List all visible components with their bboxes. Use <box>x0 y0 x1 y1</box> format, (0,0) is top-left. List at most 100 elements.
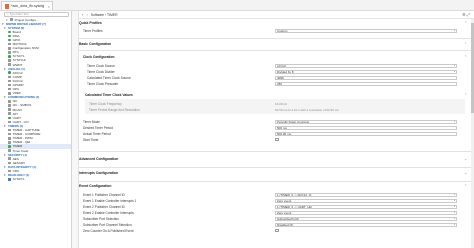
subscriber-port-value: SubscriberPort0 <box>277 216 299 221</box>
event1-publisher-select[interactable]: 1 (TIMER_0 -> ADC12_0) ▾ <box>275 192 457 197</box>
expand-icon: ⌄ <box>464 171 467 175</box>
section-interrupts-configuration[interactable]: Interrupts Configuration ⌄ <box>79 171 467 175</box>
view-options-icons[interactable]: ⚙ ⤢ <box>462 12 470 17</box>
forward-arrow-icon[interactable]: › <box>86 12 87 17</box>
subscriber-port-select[interactable]: SubscriberPort0 ▾ <box>275 216 457 221</box>
module-status-icon <box>8 63 11 66</box>
clock-frequency-label: Timer Clock Frequency <box>89 102 122 106</box>
module-status-icon <box>8 108 11 111</box>
chevron-down-icon: ▾ <box>453 204 455 208</box>
chevron-down-icon[interactable]: ▾ <box>4 67 7 71</box>
sidebar-item[interactable]: SYSCTL <box>0 177 71 181</box>
event2-publisher-select[interactable]: 1 (TIMER_0 -> UART_LE) ▾ <box>275 204 457 209</box>
divider <box>79 38 471 39</box>
event1-interrupts-value: Zero event <box>277 198 292 203</box>
calc-clock-source-label: Calculated Timer Clock Source <box>87 76 131 80</box>
start-timer-checkbox[interactable] <box>275 137 279 142</box>
collapse-icon: ⌃ <box>464 21 467 25</box>
chevron-down-icon: ▾ <box>453 198 455 202</box>
clock-divider-select[interactable]: Divided by 8 ▾ <box>275 69 457 74</box>
period-range-value: 62.50 ms to 4.10 s with a resolution of … <box>275 108 339 112</box>
close-tab-icon[interactable]: × <box>48 4 50 9</box>
clock-source-label: Timer Clock Source <box>87 64 115 68</box>
module-status-icon <box>8 104 11 107</box>
collapse-icon: ⌃ <box>464 93 467 97</box>
event1-publisher-value: 1 (TIMER_0 -> ADC12_0) <box>277 192 312 197</box>
divider <box>79 181 471 182</box>
collapse-icon: ⌃ <box>464 42 467 46</box>
module-status-icon <box>8 120 11 124</box>
chevron-down-icon[interactable]: ▾ <box>4 165 7 169</box>
timer-profiles-select[interactable]: Custom ▾ <box>275 28 457 33</box>
module-status-icon <box>8 149 11 152</box>
chevron-down-icon[interactable]: ▾ <box>4 124 7 128</box>
chevron-down-icon[interactable]: ▾ <box>4 26 7 30</box>
desired-period-value: 500 ms <box>277 125 287 130</box>
interrupts-configuration-title: Interrupts Configuration <box>79 171 118 175</box>
clock-configuration-title: Clock Configuration <box>83 55 115 59</box>
subscriber-channel-select[interactable]: Disabled (0) ▾ <box>275 222 457 227</box>
section-advanced-configuration[interactable]: Advanced Configuration ⌄ <box>79 157 467 161</box>
syscfg-file-icon <box>5 3 9 9</box>
chevron-down-icon: ▾ <box>453 28 455 32</box>
chevron-down-icon[interactable]: ▾ <box>4 95 7 99</box>
timer-profiles-value: Custom <box>277 28 288 33</box>
module-status-icon <box>8 177 11 181</box>
clock-divider-value: Divided by 8 <box>277 69 294 74</box>
zero-counter-checkbox[interactable] <box>275 228 279 233</box>
chevron-down-icon: ▾ <box>453 63 455 67</box>
event1-interrupts-select[interactable]: Zero event ▾ <box>275 198 457 203</box>
event2-publisher-value: 1 (TIMER_0 -> UART_LE) <box>277 204 313 209</box>
config-pane: Quick Profiles ⌃ Timer Profiles Custom ▾ B… <box>79 19 474 248</box>
subsection-clock-configuration[interactable]: Clock Configuration ⌃ <box>83 55 467 59</box>
calculated-clock-values-title: Calculated Timer Clock Values <box>85 93 133 97</box>
clock-divider-label: Timer Clock Divider <box>87 70 115 74</box>
event1-publisher-label: Event 1 Publisher Channel ID <box>83 193 125 197</box>
module-status-icon <box>8 71 11 75</box>
section-quick-profiles[interactable]: Quick Profiles ⌃ <box>79 21 467 25</box>
file-tab[interactable]: *adc_dma_lfn.syscfg × <box>1 1 53 10</box>
subsection-calculated-clock-values[interactable]: Calculated Timer Clock Values ⌃ <box>85 93 467 97</box>
module-status-icon <box>8 112 11 115</box>
event-configuration-title: Event Configuration <box>79 184 112 188</box>
breadcrumb: ‹ › Software › TIMER ⚙ ⤢ <box>79 11 474 19</box>
module-status-icon <box>8 100 11 103</box>
back-arrow-icon[interactable]: ‹ <box>82 12 83 17</box>
chevron-down-icon: ▾ <box>453 119 455 123</box>
module-status-icon <box>8 157 11 161</box>
sidebar-secondary-strip <box>72 11 79 248</box>
module-status-icon <box>8 30 11 34</box>
chevron-down-icon: ▾ <box>453 222 455 226</box>
section-basic-configuration[interactable]: Basic Configuration ⌃ <box>79 42 467 46</box>
event2-interrupts-label: Event 2 Enable Controller Interrupts <box>83 211 134 215</box>
timer-mode-select[interactable]: Periodic Down Counting ▾ <box>275 119 457 124</box>
event2-publisher-label: Event 2 Publisher Channel ID <box>83 205 125 209</box>
section-event-configuration[interactable]: Event Configuration ⌃ <box>79 184 467 188</box>
subscriber-channel-label: Subscriber Port Channel Selection <box>83 223 132 227</box>
desired-period-input[interactable]: 500 ms <box>275 125 457 130</box>
actual-period-label: Actual Timer Period <box>83 132 111 136</box>
desired-period-label: Desired Timer Period <box>83 126 113 130</box>
event1-interrupts-label: Event 1 Enable Controller Interrupts 1 <box>83 199 137 203</box>
clock-frequency-value: 16.00 Hz <box>275 102 288 106</box>
clock-source-value: LFCLK <box>277 63 287 68</box>
file-tab-label: *adc_dma_lfn.syscfg <box>11 4 45 8</box>
calc-clock-source-value: 4096 <box>277 75 284 80</box>
divider <box>79 167 471 168</box>
clock-prescaler-input[interactable]: 256 <box>275 81 457 86</box>
event2-interrupts-select[interactable]: Zero event ▾ <box>275 210 457 215</box>
editor-tab-bar: *adc_dma_lfn.syscfg × <box>0 0 474 11</box>
chevron-down-icon: ▾ <box>453 192 455 196</box>
actual-period-value: 500.00 ms <box>277 131 292 136</box>
zero-counter-label: Zero Counter On A Published Event <box>83 229 134 233</box>
basic-configuration-title: Basic Configuration <box>79 42 112 46</box>
module-status-icon <box>8 83 11 87</box>
clock-source-select[interactable]: LFCLK ▾ <box>275 63 457 68</box>
chevron-down-icon[interactable]: ▾ <box>4 173 7 177</box>
filter-input[interactable]: ⌕ Type Filter Text <box>4 12 69 17</box>
module-status-icon <box>8 79 11 83</box>
divider <box>79 151 471 152</box>
module-status-icon <box>8 132 11 136</box>
period-range-label: Timer Period Range And Resolution <box>89 108 140 112</box>
chevron-down-icon[interactable]: ▾ <box>4 153 7 157</box>
